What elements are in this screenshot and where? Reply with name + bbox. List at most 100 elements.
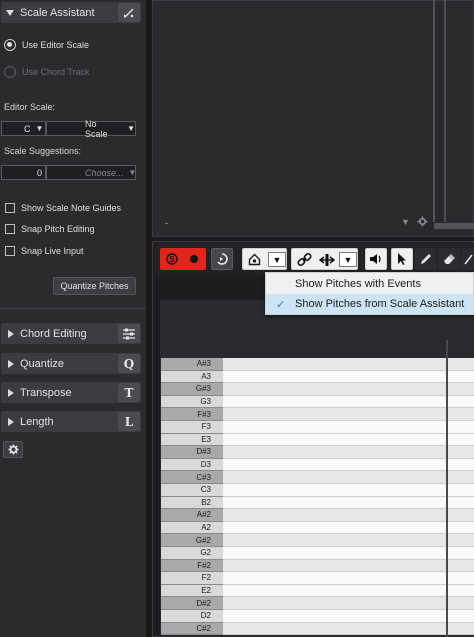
editor-scale-type-value: No Scale xyxy=(85,118,108,139)
horizontal-scrollbar[interactable] xyxy=(434,223,474,229)
pitch-lane[interactable] xyxy=(223,458,474,472)
piano-key[interactable]: F#2 xyxy=(161,559,223,573)
piano-key[interactable]: A2 xyxy=(161,521,223,535)
inspector-panel xyxy=(0,0,146,637)
piano-key-row: E2 xyxy=(161,584,474,598)
snap-pitch-editing-checkbox[interactable] xyxy=(5,224,15,234)
chevron-down-icon[interactable]: ▼ xyxy=(339,252,357,267)
show-scale-note-guides-checkbox[interactable] xyxy=(5,203,15,213)
pitch-lane[interactable] xyxy=(223,446,474,459)
pitch-lane[interactable] xyxy=(223,534,474,547)
gear-icon[interactable] xyxy=(417,216,428,230)
pitch-lane[interactable] xyxy=(223,471,474,484)
piano-key[interactable]: F2 xyxy=(161,572,223,585)
pitch-lane[interactable] xyxy=(223,433,474,447)
piano-key-row: D2 xyxy=(161,610,474,623)
acoustic-feedback-speaker-button[interactable] xyxy=(365,248,387,270)
scale-assistant-header[interactable]: Scale Assistant xyxy=(1,2,141,23)
erase-tool[interactable] xyxy=(438,248,460,270)
pitch-lane[interactable] xyxy=(223,408,474,421)
pitch-lane[interactable] xyxy=(223,358,474,371)
collapse-triangle-icon xyxy=(8,417,14,426)
pitch-lane[interactable] xyxy=(223,484,474,497)
piano-key[interactable]: E2 xyxy=(161,584,223,598)
piano-key[interactable]: D2 xyxy=(161,610,223,623)
move-arrows-icon[interactable] xyxy=(318,253,336,270)
piano-key[interactable]: A3 xyxy=(161,370,223,384)
pitch-lane[interactable] xyxy=(223,521,474,535)
use-editor-scale-radio[interactable] xyxy=(4,39,16,51)
pitch-lane[interactable] xyxy=(223,395,474,409)
piano-key[interactable]: G#3 xyxy=(161,383,223,396)
link-tools-group[interactable]: ▼ xyxy=(291,248,358,270)
piano-key[interactable]: F3 xyxy=(161,421,223,434)
upper-pane-dash: - xyxy=(165,218,168,228)
scale-house-icon[interactable] xyxy=(248,253,261,269)
scale-suggestions-choose: Choose... xyxy=(85,167,124,178)
piano-key[interactable]: G2 xyxy=(161,547,223,560)
quantize-q-icon[interactable]: Q xyxy=(118,354,140,373)
pitch-lane[interactable] xyxy=(223,496,474,510)
piano-key[interactable]: A#2 xyxy=(161,509,223,522)
transpose-header[interactable]: Transpose T xyxy=(1,382,141,403)
length-l-icon[interactable]: L xyxy=(118,412,140,431)
quantize-pitches-button[interactable]: Quantize Pitches xyxy=(53,277,136,295)
piano-key[interactable]: G#2 xyxy=(161,534,223,547)
pitch-lane[interactable] xyxy=(223,572,474,585)
piano-key-row: A#3 xyxy=(161,358,474,371)
solo-record-group[interactable]: S xyxy=(160,248,206,270)
scale-display-group[interactable]: ▼ xyxy=(242,248,287,270)
piano-key-row: A2 xyxy=(161,521,474,535)
piano-key[interactable]: C#3 xyxy=(161,471,223,484)
pitch-lane[interactable] xyxy=(223,622,474,636)
pitch-lane[interactable] xyxy=(223,383,474,396)
pitch-lane[interactable] xyxy=(223,597,474,610)
piano-key[interactable]: D#3 xyxy=(161,446,223,459)
draw-tool[interactable] xyxy=(415,248,437,270)
transpose-t-icon[interactable]: T xyxy=(118,383,140,402)
length-header[interactable]: Length L xyxy=(1,411,141,432)
use-chord-track-radio[interactable] xyxy=(4,66,16,78)
chord-lines-icon[interactable] xyxy=(118,324,140,343)
upper-pane-scrollbar[interactable] xyxy=(444,0,446,222)
menu-item-show-pitches-with-events[interactable]: Show Pitches with Events xyxy=(266,274,473,294)
piano-key[interactable]: A#3 xyxy=(161,358,223,371)
chevron-down-icon: ▼ xyxy=(35,124,44,133)
solo-icon[interactable]: S xyxy=(166,253,178,268)
object-selection-tool[interactable] xyxy=(391,248,413,270)
pitch-lane[interactable] xyxy=(223,509,474,522)
pitch-lane[interactable] xyxy=(223,547,474,560)
piano-key[interactable]: D3 xyxy=(161,458,223,472)
quantize-header[interactable]: Quantize Q xyxy=(1,353,141,374)
piano-key-row: A#2 xyxy=(161,509,474,522)
pitch-lane[interactable] xyxy=(223,421,474,434)
menu-item-show-pitches-from-scale-assistant[interactable]: ✓ Show Pitches from Scale Assistant xyxy=(266,294,473,314)
piano-key[interactable]: E3 xyxy=(161,433,223,447)
piano-key[interactable]: C#2 xyxy=(161,622,223,636)
chord-editing-header[interactable]: Chord Editing xyxy=(1,323,141,344)
piano-key[interactable]: F#3 xyxy=(161,408,223,421)
collapse-triangle-icon xyxy=(8,329,14,338)
pitch-lane[interactable] xyxy=(223,559,474,573)
link-icon[interactable] xyxy=(297,252,312,270)
pitch-lane[interactable] xyxy=(223,584,474,598)
snap-live-input-checkbox[interactable] xyxy=(5,246,15,256)
expand-triangle-icon xyxy=(6,9,14,16)
piano-key[interactable]: C3 xyxy=(161,484,223,497)
chevron-down-icon[interactable]: ▼ xyxy=(268,252,286,267)
acoustic-feedback-button[interactable] xyxy=(211,248,233,270)
piano-key[interactable]: B2 xyxy=(161,496,223,510)
editor-scale-type-select[interactable]: No Scale ▼ xyxy=(46,118,136,139)
piano-key[interactable]: D#2 xyxy=(161,597,223,610)
editor-scale-root-select[interactable]: C ▼ xyxy=(1,121,46,136)
piano-key[interactable]: G3 xyxy=(161,395,223,409)
trim-tool[interactable] xyxy=(461,248,474,270)
collapse-triangle-icon xyxy=(8,359,14,368)
gear-icon[interactable] xyxy=(3,441,23,458)
scale-edit-icon[interactable] xyxy=(118,3,140,22)
pitch-lane[interactable] xyxy=(223,370,474,384)
scale-suggestions-select[interactable]: Choose... ▼ xyxy=(46,165,136,180)
pitch-lane[interactable] xyxy=(223,610,474,623)
chevron-down-icon[interactable]: ▼ xyxy=(401,217,410,227)
record-dot-icon[interactable] xyxy=(190,255,198,263)
